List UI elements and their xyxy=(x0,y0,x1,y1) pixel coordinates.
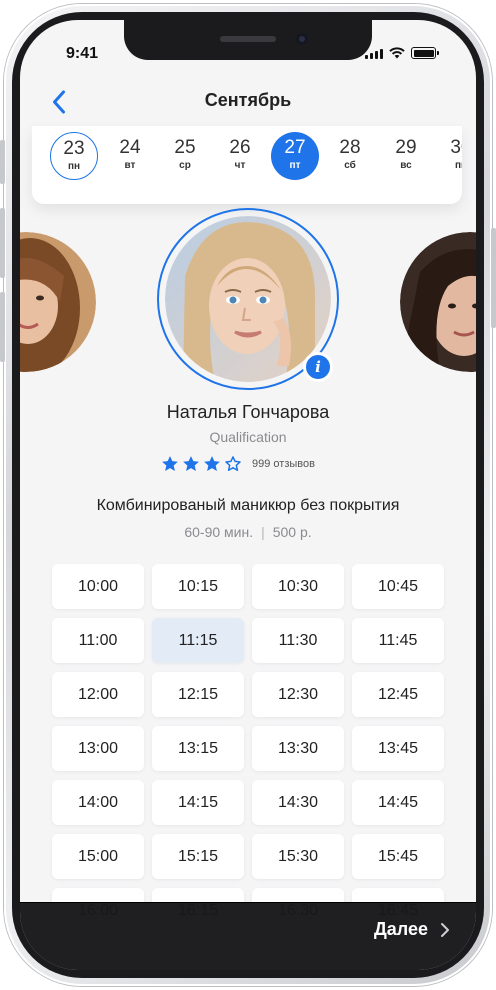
time-slot[interactable]: 14:30 xyxy=(252,780,344,825)
star-filled-icon xyxy=(162,456,178,471)
master-name: Наталья Гончарова xyxy=(166,402,330,422)
service-name: Комбинированый маникюр без покрытия xyxy=(96,497,400,514)
time-slot[interactable]: 11:00 xyxy=(52,618,144,663)
day-number: 25 xyxy=(174,137,196,158)
bottom-bar: Далее xyxy=(20,902,476,970)
day-item[interactable]: 23 пн xyxy=(50,132,98,180)
time-slot[interactable]: 14:45 xyxy=(352,780,444,825)
time-slot[interactable]: 13:45 xyxy=(352,726,444,771)
day-item[interactable]: 24 вт xyxy=(106,132,154,180)
day-weekday: пн xyxy=(67,161,81,172)
app-screen: 9:41 Сентябрь 23 пн 24 вт 25 ср 26 чт 27… xyxy=(20,20,476,970)
time-slot[interactable]: 15:30 xyxy=(252,834,344,879)
time-slot[interactable]: 12:30 xyxy=(252,672,344,717)
service-meta: 60-90 мин. | 500 р. xyxy=(20,524,476,540)
master-photo-current[interactable]: i xyxy=(157,208,339,390)
time-slot[interactable]: 14:00 xyxy=(52,780,144,825)
time-slot[interactable]: 15:15 xyxy=(152,834,244,879)
day-item[interactable]: 29 вс xyxy=(382,132,430,180)
master-photo-prev[interactable] xyxy=(20,232,96,372)
chevron-right-icon xyxy=(441,922,449,937)
power-button xyxy=(491,228,496,328)
meta-separator: | xyxy=(261,524,265,540)
master-avatar xyxy=(400,232,476,372)
master-photo-next[interactable] xyxy=(400,232,476,372)
day-weekday: пн xyxy=(454,160,462,171)
time-slot[interactable]: 10:00 xyxy=(52,564,144,609)
time-slot[interactable]: 12:15 xyxy=(152,672,244,717)
day-number: 23 xyxy=(63,138,85,159)
mute-switch xyxy=(0,140,5,184)
day-number: 24 xyxy=(119,137,141,158)
info-icon: i xyxy=(315,358,321,376)
service-duration: 60-90 мин. xyxy=(184,524,254,540)
time-slot[interactable]: 10:30 xyxy=(252,564,344,609)
master-qualification: Qualification xyxy=(209,429,287,445)
header: Сентябрь xyxy=(20,80,476,124)
notch xyxy=(124,20,372,60)
day-weekday: сб xyxy=(344,160,356,171)
time-slot[interactable]: 12:45 xyxy=(352,672,444,717)
day-weekday: вт xyxy=(124,160,136,171)
info-button[interactable]: i xyxy=(303,352,333,382)
date-strip: 23 пн 24 вт 25 ср 26 чт 27 пт 28 сб 29 в… xyxy=(32,126,462,204)
day-weekday: вс xyxy=(400,160,412,171)
time-slot[interactable]: 13:30 xyxy=(252,726,344,771)
page-title: Сентябрь xyxy=(204,90,292,110)
day-number: 26 xyxy=(229,137,251,158)
star-filled-icon xyxy=(183,456,199,471)
speaker xyxy=(220,36,276,42)
cellular-signal-icon xyxy=(365,49,383,59)
time-slot[interactable]: 10:45 xyxy=(352,564,444,609)
day-item[interactable]: 25 ср xyxy=(161,132,209,180)
time-slot-selected[interactable]: 11:15 xyxy=(152,618,244,663)
star-filled-icon xyxy=(204,456,220,471)
star-outline-icon xyxy=(225,456,241,471)
rating: 999 отзывов xyxy=(160,454,315,474)
time-slot[interactable]: 15:45 xyxy=(352,834,444,879)
time-slot[interactable]: 15:00 xyxy=(52,834,144,879)
front-camera xyxy=(296,33,308,45)
time-slot[interactable]: 14:15 xyxy=(152,780,244,825)
day-weekday: чт xyxy=(234,160,246,171)
day-number: 27 xyxy=(284,137,306,158)
volume-up-button xyxy=(0,208,5,278)
day-weekday: пт xyxy=(289,160,301,171)
time-slot[interactable]: 11:30 xyxy=(252,618,344,663)
time-slot[interactable]: 13:00 xyxy=(52,726,144,771)
time-slot[interactable]: 11:45 xyxy=(352,618,444,663)
reviews-count: 999 отзывов xyxy=(252,458,315,470)
battery-icon xyxy=(411,47,439,59)
day-number: 29 xyxy=(395,137,417,158)
next-button[interactable]: Далее xyxy=(374,919,450,940)
master-avatar xyxy=(20,232,96,372)
day-item[interactable]: 26 чт xyxy=(216,132,264,180)
day-number: 30 xyxy=(450,137,462,158)
status-time: 9:41 xyxy=(66,45,99,62)
day-item[interactable]: 30 пн xyxy=(437,132,462,180)
day-weekday: ср xyxy=(179,160,191,171)
status-icons xyxy=(365,47,439,59)
time-slot[interactable]: 12:00 xyxy=(52,672,144,717)
day-item-selected[interactable]: 27 пт xyxy=(271,132,319,180)
volume-down-button xyxy=(0,292,5,362)
wifi-icon xyxy=(389,47,405,59)
day-number: 28 xyxy=(339,137,361,158)
day-item[interactable]: 28 сб xyxy=(326,132,374,180)
time-slot[interactable]: 13:15 xyxy=(152,726,244,771)
next-label: Далее xyxy=(373,919,428,939)
time-slot[interactable]: 10:15 xyxy=(152,564,244,609)
service-price: 500 р. xyxy=(272,524,312,540)
